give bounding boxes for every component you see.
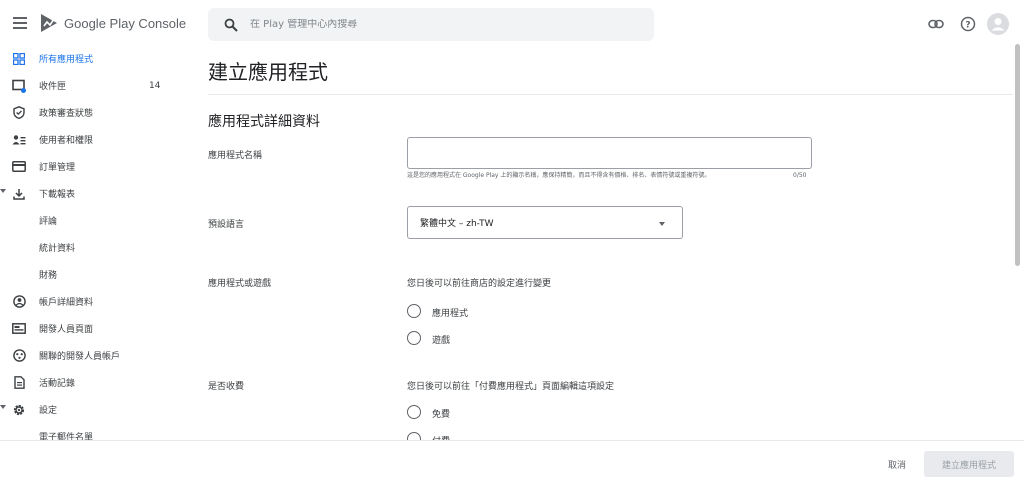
svg-text:?: ? [965,21,970,31]
shield-icon [12,106,26,120]
sidebar-item-label: 帳戶詳細資料 [39,298,94,308]
sidebar-item-inbox[interactable]: 收件匣 14 [0,72,190,99]
expand-arrow-icon [0,405,6,409]
sidebar-item-statistics[interactable]: 統計資料 [0,234,190,261]
sidebar-item-label: 電子郵件名單 [39,433,94,440]
sidebar-item-label: 統計資料 [39,244,76,254]
sidebar-item-label: 設定 [39,406,58,416]
top-app-bar: Google Play Console ? [0,0,1024,48]
sidebar-item-financial[interactable]: 財務 [0,261,190,288]
help-icon[interactable]: ? [957,13,979,35]
sidebar-item-users[interactable]: 使用者和權限 [0,126,190,153]
account-icon [12,295,26,309]
game-radio-label[interactable]: 遊戲 [432,333,450,346]
sidebar-item-policy-status[interactable]: 政策審查狀態 [0,99,190,126]
free-radio-label[interactable]: 免費 [432,407,450,420]
sidebar-item-activity-log[interactable]: 活動記錄 [0,369,190,396]
app-or-game-label: 應用程式或遊戲 [208,279,272,289]
sidebar-item-settings[interactable]: 設定 [0,396,190,423]
sidebar-item-label: 評論 [39,217,58,227]
download-icon [12,187,26,201]
sidebar-item-label: 關聯的開發人員帳戶 [39,352,121,362]
sidebar-item-email-lists[interactable]: 電子郵件名單 [0,423,190,440]
scrollbar[interactable] [1015,44,1020,266]
app-name-helper-text: 這是您的應用程式在 Google Play 上的顯示名稱，應保持精簡，而且不得含… [407,172,711,179]
chevron-down-icon [659,222,665,226]
sidebar-item-label: 訂單管理 [39,163,76,173]
inbox-count-badge: 14 [149,80,161,91]
sidebar-item-label: 收件匣 [39,82,67,92]
avatar[interactable] [987,13,1009,35]
search-bar[interactable] [208,8,654,41]
app-radio-label[interactable]: 應用程式 [432,306,468,319]
sidebar-item-label: 使用者和權限 [39,136,94,146]
default-language-value: 繁體中文 – zh-TW [420,219,494,229]
sidebar-item-all-apps[interactable]: 所有應用程式 [0,45,190,72]
section-title: 應用程式詳細資料 [208,114,320,130]
expand-arrow-icon [0,189,6,193]
default-language-select[interactable]: 繁體中文 – zh-TW [407,206,683,239]
app-name-char-counter: 0/50 [793,172,807,179]
app-name: Google Play Console [64,15,187,31]
sidebar-item-label: 活動記錄 [39,379,76,389]
card-icon [12,160,26,174]
sidebar-nav: 所有應用程式 收件匣 14 政策審查狀態 使用者和權限 訂單管理 下載報表 評論 [0,45,190,440]
app-name-field[interactable] [407,137,812,169]
game-radio[interactable] [407,331,421,345]
sidebar-item-developer-page[interactable]: 開發人員頁面 [0,315,190,342]
search-input[interactable] [250,19,630,30]
link-icon[interactable] [925,13,947,35]
sidebar-item-label: 下載報表 [39,190,76,200]
sidebar-item-linked-developer-accounts[interactable]: 關聯的開發人員帳戶 [0,342,190,369]
hamburger-menu-icon[interactable] [10,14,30,34]
title-divider [208,94,1013,95]
sidebar-item-account-details[interactable]: 帳戶詳細資料 [0,288,190,315]
cancel-button[interactable]: 取消 [876,451,918,477]
users-icon [12,133,26,147]
sidebar-item-label: 財務 [39,271,58,281]
app-radio[interactable] [407,304,421,318]
sidebar-item-label: 所有應用程式 [39,55,94,65]
document-icon [12,376,26,390]
play-logo-icon [41,14,57,32]
page-title: 建立應用程式 [208,60,328,84]
search-icon [224,18,238,32]
sidebar-item-order-management[interactable]: 訂單管理 [0,153,190,180]
paid-hint: 您日後可以前往「付費應用程式」頁面編輯這項設定 [407,382,615,392]
paid-label: 是否收費 [208,382,245,392]
apps-grid-icon [12,52,26,66]
sidebar-item-reviews[interactable]: 評論 [0,207,190,234]
free-radio[interactable] [407,405,421,419]
app-or-game-hint: 您日後可以前往商店的設定進行變更 [407,279,552,289]
play-console-logo[interactable]: Google Play Console [38,12,186,34]
gear-icon [12,403,26,417]
footer-bar: 取消 建立應用程式 [0,440,1024,486]
sidebar-item-label: 政策審查狀態 [39,109,94,119]
inbox-icon [12,79,26,93]
default-language-label: 預設語言 [208,220,245,230]
sidebar-item-label: 開發人員頁面 [39,325,94,335]
linked-accounts-icon [12,349,26,363]
create-app-button[interactable]: 建立應用程式 [924,451,1014,477]
developer-page-icon [12,322,26,336]
sidebar-item-download-reports[interactable]: 下載報表 [0,180,190,207]
app-name-label: 應用程式名稱 [208,151,263,161]
